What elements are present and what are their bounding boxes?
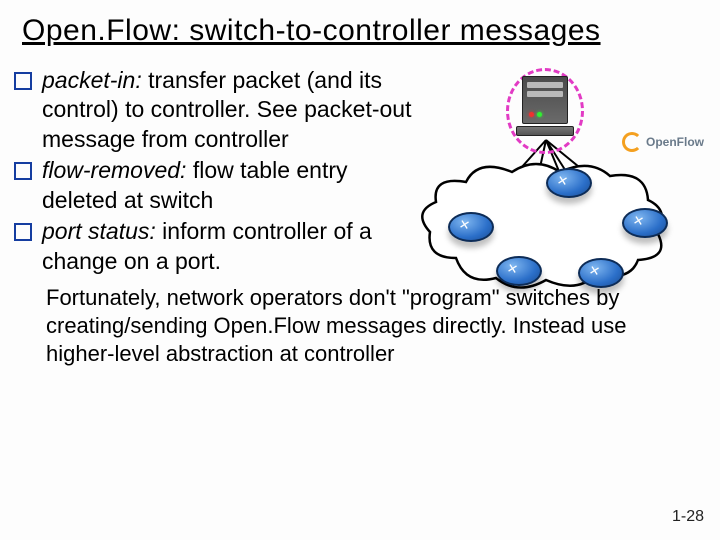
bullet-item: packet-in: transfer packet (and its cont… xyxy=(14,66,414,154)
content-row: packet-in: transfer packet (and its cont… xyxy=(0,48,720,278)
bullet-marker-icon xyxy=(14,223,32,241)
bullet-text: packet-in: transfer packet (and its cont… xyxy=(42,66,414,154)
openflow-logo-text: OpenFlow xyxy=(646,135,704,149)
router-icon: ✕ xyxy=(448,212,494,242)
bullet-term: port status: xyxy=(42,218,156,244)
bullet-text: flow-removed: flow table entry deleted a… xyxy=(42,156,414,215)
controller-server-icon xyxy=(522,76,568,138)
page-number: 1-28 xyxy=(672,508,704,526)
bullet-item: flow-removed: flow table entry deleted a… xyxy=(14,156,414,215)
bullet-term: packet-in: xyxy=(42,67,142,93)
bullet-marker-icon xyxy=(14,72,32,90)
bullet-marker-icon xyxy=(14,162,32,180)
slide-title: Open.Flow: switch-to-controller messages xyxy=(0,0,720,48)
bullet-text: port status: inform controller of a chan… xyxy=(42,217,414,276)
bullet-list: packet-in: transfer packet (and its cont… xyxy=(14,66,414,278)
router-icon: ✕ xyxy=(622,208,668,238)
router-icon: ✕ xyxy=(546,168,592,198)
network-diagram: ✕ ✕ ✕ ✕ ✕ OpenFlow xyxy=(406,66,696,278)
openflow-swirl-icon xyxy=(622,132,642,152)
router-icon: ✕ xyxy=(496,256,542,286)
router-icon: ✕ xyxy=(578,258,624,288)
bullet-term: flow-removed: xyxy=(42,157,186,183)
bullet-item: port status: inform controller of a chan… xyxy=(14,217,414,276)
openflow-logo: OpenFlow xyxy=(622,132,704,152)
